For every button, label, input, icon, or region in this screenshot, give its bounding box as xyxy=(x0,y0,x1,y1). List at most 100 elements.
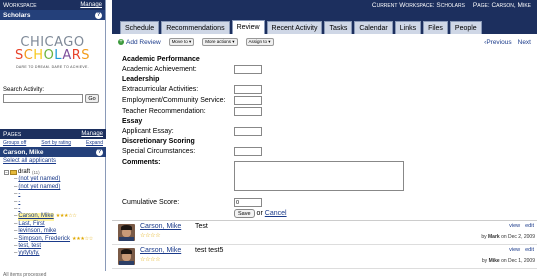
tree-item[interactable]: – - xyxy=(4,191,106,198)
save-row: Save or Cancel xyxy=(234,209,287,218)
employment-input[interactable] xyxy=(234,96,262,105)
assign-to-dropdown[interactable]: Assign to ▾ xyxy=(245,38,274,46)
tab-review[interactable]: Review xyxy=(231,20,265,34)
go-button[interactable]: Go xyxy=(85,94,99,103)
extracurricular-input[interactable] xyxy=(234,85,262,94)
more-actions-dropdown[interactable]: More actions ▾ xyxy=(202,38,238,46)
cancel-link[interactable]: Cancel xyxy=(265,210,287,217)
logo-letter: O xyxy=(43,48,55,63)
academic-achievement-input[interactable] xyxy=(234,65,262,74)
help-icon[interactable]: ? xyxy=(96,148,103,156)
reviewer-name-link[interactable]: Carson, Mike xyxy=(140,223,181,230)
review-actions: view edit xyxy=(509,247,534,253)
tree-item[interactable]: – test, test xyxy=(4,243,106,250)
edit-link[interactable]: edit xyxy=(525,223,534,229)
review-date: on Dec 1, 2009 xyxy=(501,258,535,264)
rating-stars: ★★★☆☆ xyxy=(72,235,93,242)
expand-link[interactable]: Expand xyxy=(86,140,103,146)
select-all-link[interactable]: Select all applicants xyxy=(3,158,56,164)
review-actions: view edit xyxy=(509,223,534,229)
tab-people[interactable]: People xyxy=(449,21,482,34)
tree-item[interactable]: – - xyxy=(4,206,106,213)
edit-link[interactable]: edit xyxy=(525,247,534,253)
tab-links[interactable]: Links xyxy=(394,21,422,34)
tree-item[interactable]: – Carson, Mike ★★★☆☆ xyxy=(4,213,106,221)
page-tree: − draft (11) – (not yet named) – (not yet n… xyxy=(0,169,106,258)
tree-item-link[interactable]: Carson, Mike xyxy=(18,213,54,221)
tree-item-link[interactable]: (not yet named) xyxy=(18,184,60,191)
review-row: Carson, Mike ☆☆☆☆ Test view edit by Mark on D… xyxy=(112,221,537,245)
tree-item-link[interactable]: Last, First xyxy=(18,221,44,228)
tab-calendar[interactable]: Calendar xyxy=(354,21,393,34)
review-author: Mike xyxy=(488,258,500,264)
tree-item[interactable]: – Simpson, Frederick ★★★☆☆ xyxy=(4,236,106,243)
view-link[interactable]: view xyxy=(509,223,520,229)
tree-connector: – xyxy=(14,250,18,257)
current-workspace-value: Scholars xyxy=(436,1,465,9)
teacher-rec-input[interactable] xyxy=(234,107,262,116)
tab-tasks[interactable]: Tasks xyxy=(324,21,353,34)
tab-recommendations[interactable]: Recommendations xyxy=(161,21,230,34)
search-row: Go xyxy=(0,93,105,104)
view-link[interactable]: view xyxy=(509,247,520,253)
add-review-label: Add Review xyxy=(126,38,161,46)
tree-connector: – xyxy=(14,206,18,213)
main-panel: Current Workspace: Scholars Page: Carson… xyxy=(112,0,537,279)
search-activity-input[interactable] xyxy=(3,94,83,103)
tree-item[interactable]: – (not yet named) xyxy=(4,176,106,183)
tree-item-link[interactable]: - xyxy=(18,206,20,213)
tree-item[interactable]: – levinson, mike xyxy=(4,228,106,235)
tree-item[interactable]: – yytytyty, xyxy=(4,250,106,257)
applicant-essay-input[interactable] xyxy=(234,127,262,136)
cumulative-score-input[interactable]: 0 xyxy=(234,198,262,207)
comments-textarea[interactable] xyxy=(234,161,404,191)
tree-root-draft[interactable]: − draft (11) xyxy=(4,169,106,176)
employment-label: Employment/Community Service: xyxy=(122,97,226,104)
tree-root-count: (11) xyxy=(32,170,40,175)
collapse-icon[interactable]: − xyxy=(4,170,9,176)
logo-letter: S xyxy=(14,48,24,63)
rating-stars: ☆☆☆☆ xyxy=(140,233,161,239)
tree-item-link[interactable]: test, test xyxy=(18,243,41,250)
special-circumstances-input[interactable] xyxy=(234,147,262,156)
tree-connector: – xyxy=(14,235,18,242)
help-icon[interactable]: ? xyxy=(95,11,102,19)
tree-connector: – xyxy=(14,220,18,227)
cumulative-score-label: Cumulative Score: xyxy=(122,199,180,206)
folder-icon xyxy=(10,170,17,176)
workspace-manage-link[interactable]: Manage xyxy=(80,2,102,8)
section-leadership: Leadership xyxy=(122,76,160,83)
tree-item[interactable]: – (not yet named) xyxy=(4,184,106,191)
tab-schedule[interactable]: Schedule xyxy=(120,21,160,34)
groups-off-link[interactable]: Groups off xyxy=(3,140,26,146)
previous-link[interactable]: ‹Previous xyxy=(484,39,511,46)
tree-item-link[interactable]: - xyxy=(18,191,20,198)
logo-letter: R xyxy=(71,48,82,63)
tab-recent-activity[interactable]: Recent Activity xyxy=(266,21,323,34)
plus-icon: + xyxy=(118,39,124,45)
tree-item-link[interactable]: Simpson, Frederick xyxy=(18,236,70,243)
tree-item-link[interactable]: levinson, mike xyxy=(18,228,56,235)
workspace-name-bar: Scholars ? xyxy=(0,10,105,20)
tab-bar: Schedule Recommendations Review Recent Acti… xyxy=(112,10,537,34)
logo-letter: A xyxy=(62,48,72,63)
tree-item-link[interactable]: (not yet named) xyxy=(18,176,60,183)
tab-files[interactable]: Files xyxy=(423,21,448,34)
pages-manage-link[interactable]: Manage xyxy=(81,131,103,137)
section-discretionary: Discretionary Scoring xyxy=(122,138,195,145)
tree-item[interactable]: – Last, First xyxy=(4,221,106,228)
tree-item-link[interactable]: yytytyty, xyxy=(18,250,39,257)
tree-item[interactable]: – - xyxy=(4,199,106,206)
tree-item-link[interactable]: - xyxy=(18,199,20,206)
extracurricular-label: Extracurricular Activities: xyxy=(122,86,199,93)
sort-by-rating-link[interactable]: Sort by rating xyxy=(41,140,71,146)
review-byline: by Mark on Dec 2, 2009 xyxy=(481,234,535,240)
academic-achievement-label: Academic Achievement: xyxy=(122,66,197,73)
add-review-button[interactable]: + Add Review xyxy=(118,39,161,46)
review-form: Academic Performance Academic Achievemen… xyxy=(122,55,422,218)
save-button[interactable]: Save xyxy=(234,209,255,218)
next-link[interactable]: Next xyxy=(518,39,531,46)
move-to-dropdown[interactable]: Move to ▾ xyxy=(168,38,195,46)
section-essay: Essay xyxy=(122,118,143,125)
reviewer-name-link[interactable]: Carson, Mike xyxy=(140,247,181,254)
